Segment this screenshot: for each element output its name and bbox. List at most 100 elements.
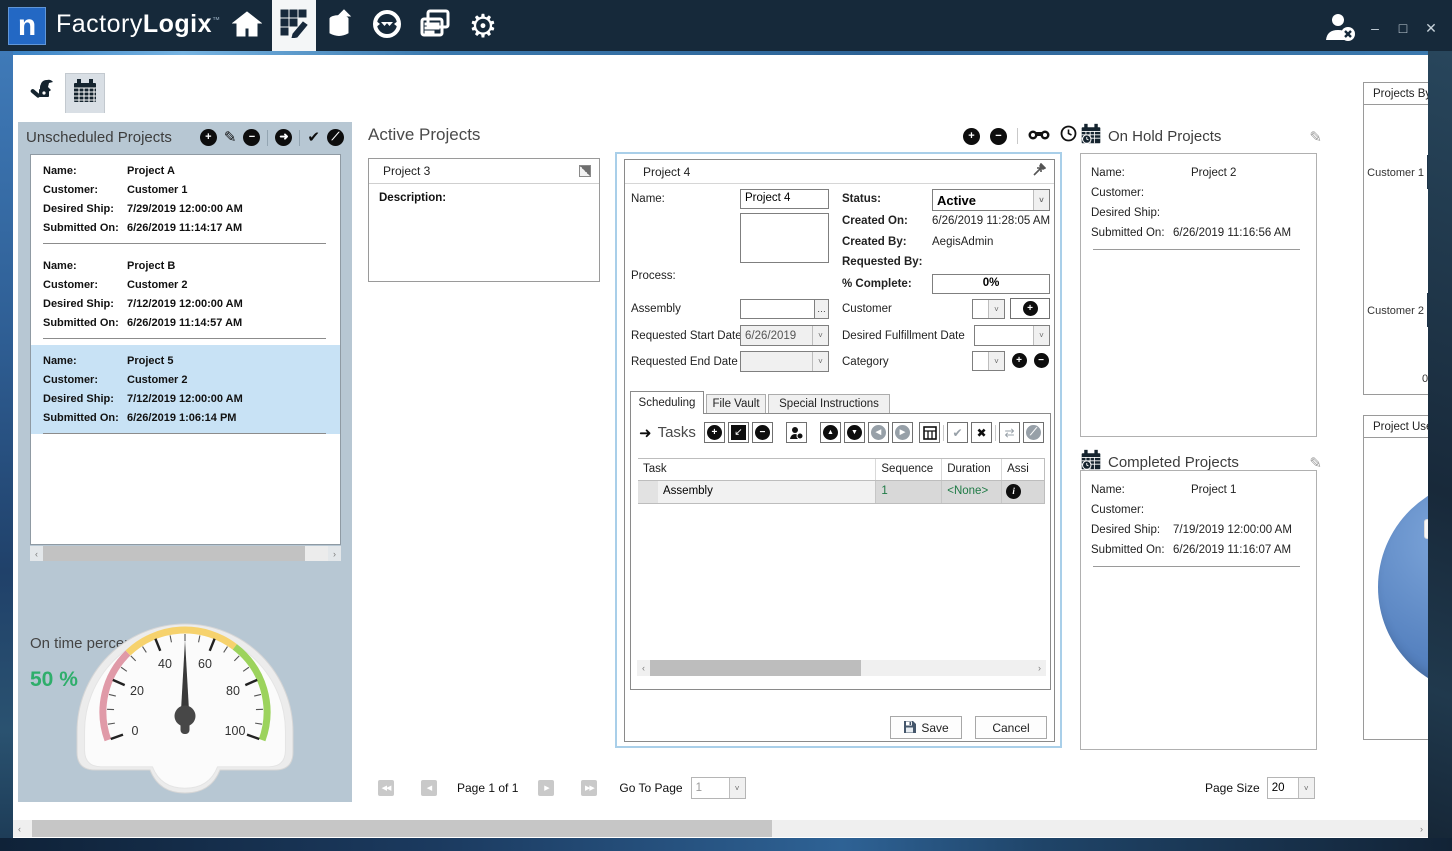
status-select[interactable]: Active˅ bbox=[932, 189, 1050, 211]
customer-select[interactable]: ˅ bbox=[972, 299, 1005, 319]
add-customer-button[interactable]: + bbox=[1010, 298, 1050, 319]
shuffle-tasks-button[interactable]: ⇄ bbox=[999, 422, 1020, 443]
save-button[interactable]: Save bbox=[890, 716, 962, 739]
task-schedule-grid-button[interactable] bbox=[919, 422, 940, 443]
accept-project-icon[interactable]: ✔ bbox=[307, 130, 320, 145]
add-project-icon[interactable]: + bbox=[200, 129, 217, 146]
tab-special-instructions[interactable]: Special Instructions bbox=[768, 394, 890, 414]
move-task-right-button[interactable]: ▶ bbox=[892, 422, 913, 443]
col-assigned[interactable]: Assi bbox=[1001, 459, 1044, 480]
cancel-label: Cancel bbox=[992, 721, 1029, 735]
move-task-up-button[interactable]: ▲ bbox=[820, 422, 841, 443]
fulfillment-date-select[interactable]: ˅ bbox=[974, 325, 1050, 346]
project3-card[interactable]: Project 3 Description: bbox=[368, 158, 600, 282]
move-task-left-button[interactable]: ◀ bbox=[868, 422, 889, 443]
disable-task-button[interactable]: ⟋ bbox=[1023, 422, 1044, 443]
main-horizontal-scrollbar[interactable]: ‹ › bbox=[13, 820, 1428, 837]
reject-project-icon[interactable]: ⟋ bbox=[327, 129, 344, 146]
add-active-project-icon[interactable]: + bbox=[963, 128, 980, 145]
name-label: Name: bbox=[631, 193, 665, 205]
tab-calendar-selected[interactable] bbox=[65, 73, 105, 113]
first-page-button[interactable]: ◀◀ bbox=[378, 780, 394, 796]
task-row[interactable]: Assembly 1 <None> i bbox=[638, 481, 1044, 503]
submitted-on-label: Submitted On: bbox=[43, 314, 127, 333]
project-name: Project B bbox=[127, 257, 175, 276]
col-task[interactable]: Task bbox=[638, 459, 875, 480]
maximize-button[interactable]: □ bbox=[1392, 20, 1414, 36]
page-size-select[interactable]: 20˅ bbox=[1267, 777, 1315, 799]
scroll-right-icon[interactable]: › bbox=[1415, 824, 1428, 834]
settings-nav-button[interactable]: ⚙ bbox=[462, 6, 504, 46]
req-end-date-select[interactable]: ˅ bbox=[740, 351, 829, 372]
last-page-button[interactable]: ▶▶ bbox=[581, 780, 597, 796]
col-duration[interactable]: Duration bbox=[941, 459, 1001, 480]
edit-task-button[interactable]: ↙ bbox=[728, 422, 749, 443]
tab-maintenance-lock[interactable] bbox=[21, 73, 61, 113]
tasks-horizontal-scrollbar[interactable]: ‹ › bbox=[637, 660, 1046, 676]
window-left-edge bbox=[0, 51, 13, 851]
clock-icon[interactable] bbox=[1060, 125, 1077, 147]
remove-project-icon[interactable]: − bbox=[243, 129, 260, 146]
project-card[interactable]: Name:Project 2 Customer: Desired Ship: S… bbox=[1081, 154, 1316, 250]
tab-scheduling[interactable]: Scheduling bbox=[630, 391, 704, 414]
reports-nav-button[interactable] bbox=[414, 6, 456, 46]
scroll-left-icon[interactable]: ‹ bbox=[637, 663, 650, 673]
home-nav-button[interactable] bbox=[226, 6, 268, 46]
gear-icon: ⚙ bbox=[469, 10, 498, 42]
scroll-right-icon[interactable]: › bbox=[1033, 663, 1046, 673]
user-logout-icon bbox=[1322, 29, 1358, 46]
remove-task-button[interactable]: − bbox=[752, 422, 773, 443]
goto-page-select[interactable]: 1˅ bbox=[691, 777, 746, 799]
sync-nav-button[interactable] bbox=[366, 6, 408, 46]
scroll-left-icon[interactable]: ‹ bbox=[13, 824, 26, 834]
edit-project-icon[interactable]: ✎ bbox=[224, 130, 237, 145]
projects-nav-button-selected[interactable] bbox=[272, 0, 316, 51]
project-card[interactable]: Name:Project B Customer:Customer 2 Desir… bbox=[31, 250, 340, 339]
req-start-date-select[interactable]: 6/26/2019˅ bbox=[740, 325, 829, 346]
chevron-down-icon: ˅ bbox=[812, 352, 828, 371]
info-icon[interactable]: i bbox=[1006, 484, 1021, 499]
minimize-button[interactable]: – bbox=[1364, 20, 1386, 36]
scrollbar-thumb[interactable] bbox=[43, 546, 305, 561]
move-task-down-button[interactable]: ▼ bbox=[844, 422, 865, 443]
svg-text:100: 100 bbox=[225, 724, 246, 738]
logout-user-button[interactable] bbox=[1322, 12, 1358, 47]
cancel-button[interactable]: Cancel bbox=[975, 716, 1047, 739]
confirm-task-button[interactable]: ✔ bbox=[947, 422, 968, 443]
unscheduled-horizontal-scrollbar[interactable]: ‹ › bbox=[30, 546, 341, 561]
add-task-button[interactable]: + bbox=[704, 422, 725, 443]
remove-active-project-icon[interactable]: − bbox=[990, 128, 1007, 145]
remove-category-button[interactable]: − bbox=[1031, 350, 1051, 371]
materials-nav-button[interactable] bbox=[318, 6, 360, 46]
database-arrow-icon bbox=[324, 9, 354, 44]
assign-user-task-button[interactable] bbox=[786, 422, 807, 443]
close-button[interactable]: ✕ bbox=[1420, 20, 1442, 37]
browse-ellipsis-button[interactable]: … bbox=[814, 300, 828, 318]
assembly-label: Assembly bbox=[631, 303, 681, 315]
name-label: Name: bbox=[43, 162, 127, 181]
description-textarea[interactable] bbox=[740, 213, 829, 263]
pin-icon[interactable] bbox=[1032, 163, 1046, 180]
edit-pencil-icon[interactable]: ✎ bbox=[1309, 128, 1322, 146]
add-category-button[interactable]: + bbox=[1009, 350, 1029, 371]
binoculars-icon[interactable] bbox=[1028, 127, 1050, 146]
scroll-right-icon[interactable]: › bbox=[328, 549, 341, 559]
col-sequence[interactable]: Sequence bbox=[875, 459, 941, 480]
scrollbar-thumb[interactable] bbox=[32, 820, 772, 837]
activate-project-icon[interactable]: ➜ bbox=[275, 129, 292, 146]
category-select[interactable]: ˅ bbox=[972, 351, 1005, 371]
project-card-selected[interactable]: Name:Project 5 Customer:Customer 2 Desir… bbox=[31, 345, 340, 434]
project-card[interactable]: Name:Project A Customer:Customer 1 Desir… bbox=[31, 155, 340, 244]
project-card[interactable]: Name:Project 1 Customer: Desired Ship:7/… bbox=[1081, 471, 1316, 567]
edit-pencil-icon[interactable]: ✎ bbox=[1309, 454, 1322, 472]
prev-page-button[interactable]: ◀ bbox=[421, 780, 437, 796]
expand-icon[interactable] bbox=[579, 165, 591, 177]
cancel-task-button[interactable]: ✖ bbox=[971, 422, 992, 443]
customer-label: Customer: bbox=[43, 276, 127, 295]
scrollbar-thumb[interactable] bbox=[650, 660, 861, 676]
name-input[interactable]: Project 4 bbox=[740, 189, 829, 209]
tab-file-vault[interactable]: File Vault bbox=[706, 394, 766, 414]
next-page-button[interactable]: ▶ bbox=[538, 780, 554, 796]
scroll-left-icon[interactable]: ‹ bbox=[30, 549, 43, 559]
assembly-input[interactable]: … bbox=[740, 299, 829, 319]
